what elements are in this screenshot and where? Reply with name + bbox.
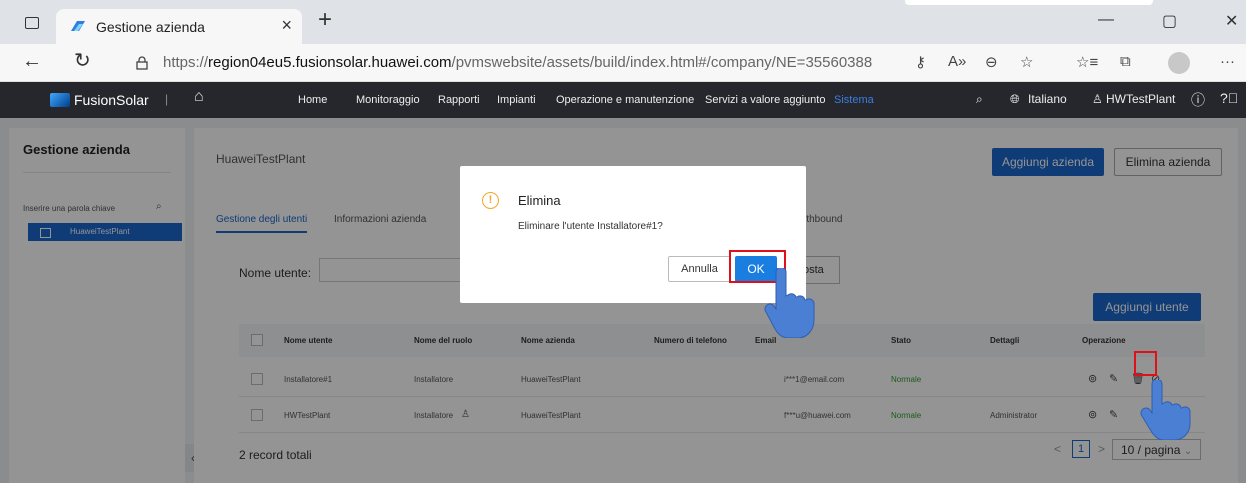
- profile-avatar-icon[interactable]: [1168, 52, 1190, 74]
- info-icon[interactable]: ⓘ: [1191, 90, 1205, 110]
- tab-title: Gestione azienda: [96, 19, 205, 35]
- help-icon[interactable]: ?⃝: [1220, 90, 1238, 106]
- dialog-message: Eliminare l'utente Installatore#1?: [518, 221, 663, 232]
- refresh-icon[interactable]: ↻: [74, 51, 91, 71]
- language-selector[interactable]: Italiano: [1028, 92, 1067, 106]
- user-name[interactable]: HWTestPlant: [1106, 92, 1175, 106]
- nav-servizi[interactable]: Servizi a valore aggiunto: [705, 94, 825, 106]
- maximize-icon[interactable]: ▢: [1162, 11, 1177, 31]
- nav-home[interactable]: Home: [298, 94, 327, 106]
- collections-icon[interactable]: ⧉: [1120, 53, 1131, 70]
- nav-impianti[interactable]: Impianti: [497, 94, 536, 106]
- delete-icon-highlight: [1134, 351, 1157, 376]
- pointer-hand-icon: [1140, 380, 1191, 440]
- favorite-add-icon[interactable]: ☆: [1020, 53, 1033, 71]
- home-icon[interactable]: ⌂: [194, 88, 204, 106]
- zoom-out-icon[interactable]: ⊖: [985, 53, 998, 71]
- search-icon[interactable]: ⌕: [976, 92, 983, 107]
- read-aloud-icon[interactable]: A»: [948, 53, 966, 70]
- address-bar: ← ↻ https://region04eu5.fusionsolar.huaw…: [0, 44, 1246, 82]
- app-header: FusionSolar | ⌂ Home Monitoraggio Rappor…: [0, 82, 1246, 118]
- minimize-icon[interactable]: —: [1098, 11, 1114, 29]
- url-field[interactable]: https://region04eu5.fusionsolar.huawei.c…: [163, 54, 872, 71]
- window-close-icon[interactable]: ✕: [1225, 11, 1238, 31]
- nav-monitoraggio[interactable]: Monitoraggio: [356, 94, 420, 106]
- key-icon[interactable]: ⚷: [915, 53, 926, 71]
- dialog-title: Elimina: [518, 193, 561, 208]
- back-icon[interactable]: ←: [22, 51, 42, 71]
- fusionsolar-logo-icon: [50, 93, 70, 107]
- lock-icon[interactable]: [136, 56, 148, 70]
- nav-rapporti[interactable]: Rapporti: [438, 94, 480, 106]
- url-domain: region04eu5.fusionsolar.huawei.com: [208, 54, 452, 71]
- tab-actions-icon[interactable]: [25, 17, 39, 29]
- new-tab-icon[interactable]: +: [318, 8, 332, 32]
- nav-operazione[interactable]: Operazione e manutenzione: [556, 94, 694, 106]
- user-icon[interactable]: ♙: [1092, 92, 1103, 106]
- tab-close-icon[interactable]: ×: [281, 15, 292, 36]
- url-path: /pvmswebsite/assets/build/index.html#/co…: [451, 54, 873, 71]
- nav-sistema[interactable]: Sistema: [834, 94, 874, 106]
- url-prefix: https://: [163, 54, 209, 71]
- cancel-button[interactable]: Annulla: [668, 256, 731, 282]
- warning-icon: !: [482, 192, 499, 209]
- more-icon[interactable]: ···: [1220, 53, 1235, 70]
- fusionsolar-favicon-icon: [71, 21, 85, 31]
- browser-tab[interactable]: Gestione azienda ×: [56, 9, 302, 44]
- browser-tab-bar: Gestione azienda × + — ▢ ✕: [0, 0, 1246, 44]
- top-strip: [905, 0, 1153, 5]
- pointer-hand-icon: [764, 268, 815, 338]
- brand-name[interactable]: FusionSolar: [74, 92, 149, 108]
- header-separator: |: [165, 92, 169, 106]
- favorites-icon[interactable]: ☆≡: [1076, 53, 1098, 71]
- globe-icon[interactable]: 🌐︎: [1010, 92, 1020, 107]
